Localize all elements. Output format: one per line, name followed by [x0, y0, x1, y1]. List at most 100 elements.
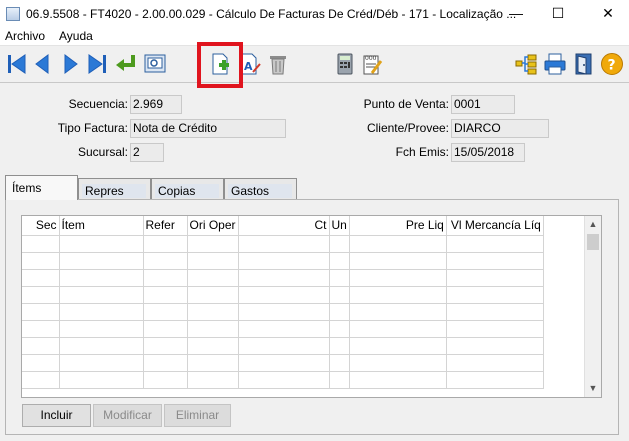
- table-cell[interactable]: [329, 320, 350, 338]
- table-cell[interactable]: [22, 320, 60, 338]
- table-row[interactable]: [22, 320, 544, 338]
- table-cell[interactable]: [329, 303, 350, 321]
- table-cell[interactable]: [22, 286, 60, 304]
- table-cell[interactable]: [238, 269, 330, 287]
- table-cell[interactable]: [187, 252, 239, 270]
- fch-emis-field[interactable]: 15/05/2018: [451, 143, 525, 162]
- table-cell[interactable]: [59, 252, 144, 270]
- calculator-icon[interactable]: [333, 52, 357, 76]
- table-cell[interactable]: [446, 354, 544, 372]
- printer-icon[interactable]: [543, 52, 567, 76]
- table-row[interactable]: [22, 235, 544, 253]
- table-cell[interactable]: [143, 320, 188, 338]
- table-cell[interactable]: [349, 354, 447, 372]
- minimize-button[interactable]: —: [500, 0, 532, 28]
- scroll-thumb[interactable]: [587, 234, 599, 250]
- cliente-field[interactable]: DIARCO: [451, 119, 549, 138]
- table-cell[interactable]: [349, 286, 447, 304]
- table-cell[interactable]: [329, 252, 350, 270]
- table-cell[interactable]: [187, 286, 239, 304]
- table-cell[interactable]: [187, 303, 239, 321]
- table-cell[interactable]: [238, 286, 330, 304]
- table-cell[interactable]: [446, 371, 544, 389]
- menu-archivo[interactable]: Archivo: [5, 29, 45, 43]
- table-cell[interactable]: [59, 371, 144, 389]
- tab-gastos[interactable]: Gastos: [224, 178, 297, 200]
- table-cell[interactable]: [143, 371, 188, 389]
- next-record-icon[interactable]: [58, 52, 82, 76]
- table-cell[interactable]: [59, 269, 144, 287]
- table-cell[interactable]: [349, 235, 447, 253]
- table-cell[interactable]: [187, 235, 239, 253]
- table-cell[interactable]: [349, 303, 447, 321]
- table-cell[interactable]: [22, 252, 60, 270]
- items-grid[interactable]: Sec Ítem Refer Ori Oper Ct Un Pre Liq Vl…: [21, 215, 602, 398]
- table-cell[interactable]: [349, 337, 447, 355]
- col-refer[interactable]: Refer: [143, 216, 188, 236]
- col-ori-oper[interactable]: Ori Oper: [187, 216, 239, 236]
- previous-record-icon[interactable]: [31, 52, 55, 76]
- table-cell[interactable]: [329, 235, 350, 253]
- table-cell[interactable]: [187, 371, 239, 389]
- help-icon[interactable]: ?: [600, 52, 624, 76]
- table-cell[interactable]: [349, 269, 447, 287]
- table-cell[interactable]: [238, 252, 330, 270]
- table-cell[interactable]: [143, 269, 188, 287]
- scroll-up-icon[interactable]: ▲: [585, 216, 601, 233]
- table-cell[interactable]: [22, 337, 60, 355]
- table-cell[interactable]: [59, 320, 144, 338]
- table-cell[interactable]: [59, 286, 144, 304]
- table-cell[interactable]: [238, 320, 330, 338]
- table-cell[interactable]: [143, 252, 188, 270]
- table-cell[interactable]: [238, 354, 330, 372]
- col-pre-liq[interactable]: Pre Liq: [349, 216, 447, 236]
- table-cell[interactable]: [349, 320, 447, 338]
- table-cell[interactable]: [446, 235, 544, 253]
- incluir-button[interactable]: Incluir: [22, 404, 91, 427]
- first-record-icon[interactable]: [5, 52, 29, 76]
- modificar-button[interactable]: Modificar: [93, 404, 162, 427]
- table-cell[interactable]: [187, 354, 239, 372]
- table-row[interactable]: [22, 337, 544, 355]
- table-cell[interactable]: [22, 303, 60, 321]
- vertical-scrollbar[interactable]: ▲ ▼: [584, 216, 601, 397]
- tab-items[interactable]: Ítems: [5, 175, 78, 200]
- col-un[interactable]: Un: [329, 216, 350, 236]
- table-cell[interactable]: [446, 320, 544, 338]
- scroll-down-icon[interactable]: ▼: [585, 380, 601, 397]
- table-cell[interactable]: [22, 354, 60, 372]
- sucursal-field[interactable]: 2: [130, 143, 164, 162]
- table-cell[interactable]: [143, 286, 188, 304]
- table-cell[interactable]: [187, 320, 239, 338]
- table-cell[interactable]: [446, 337, 544, 355]
- table-cell[interactable]: [446, 269, 544, 287]
- tipo-factura-field[interactable]: Nota de Crédito: [130, 119, 286, 138]
- table-cell[interactable]: [329, 269, 350, 287]
- close-button[interactable]: ✕: [592, 0, 624, 28]
- table-cell[interactable]: [446, 286, 544, 304]
- table-cell[interactable]: [59, 354, 144, 372]
- table-cell[interactable]: [238, 235, 330, 253]
- table-row[interactable]: [22, 269, 544, 287]
- table-cell[interactable]: [349, 252, 447, 270]
- last-record-icon[interactable]: [85, 52, 109, 76]
- table-cell[interactable]: [143, 354, 188, 372]
- table-cell[interactable]: [22, 235, 60, 253]
- table-row[interactable]: [22, 252, 544, 270]
- col-ct[interactable]: Ct: [238, 216, 330, 236]
- table-cell[interactable]: [187, 269, 239, 287]
- col-item[interactable]: Ítem: [59, 216, 144, 236]
- table-cell[interactable]: [329, 354, 350, 372]
- punto-venta-field[interactable]: 0001: [451, 95, 515, 114]
- table-cell[interactable]: [59, 235, 144, 253]
- table-cell[interactable]: [22, 371, 60, 389]
- table-cell[interactable]: [143, 235, 188, 253]
- preview-icon[interactable]: [143, 52, 167, 76]
- table-cell[interactable]: [446, 303, 544, 321]
- table-cell[interactable]: [238, 337, 330, 355]
- table-cell[interactable]: [329, 371, 350, 389]
- table-row[interactable]: [22, 286, 544, 304]
- table-row[interactable]: [22, 354, 544, 372]
- table-cell[interactable]: [238, 371, 330, 389]
- table-cell[interactable]: [349, 371, 447, 389]
